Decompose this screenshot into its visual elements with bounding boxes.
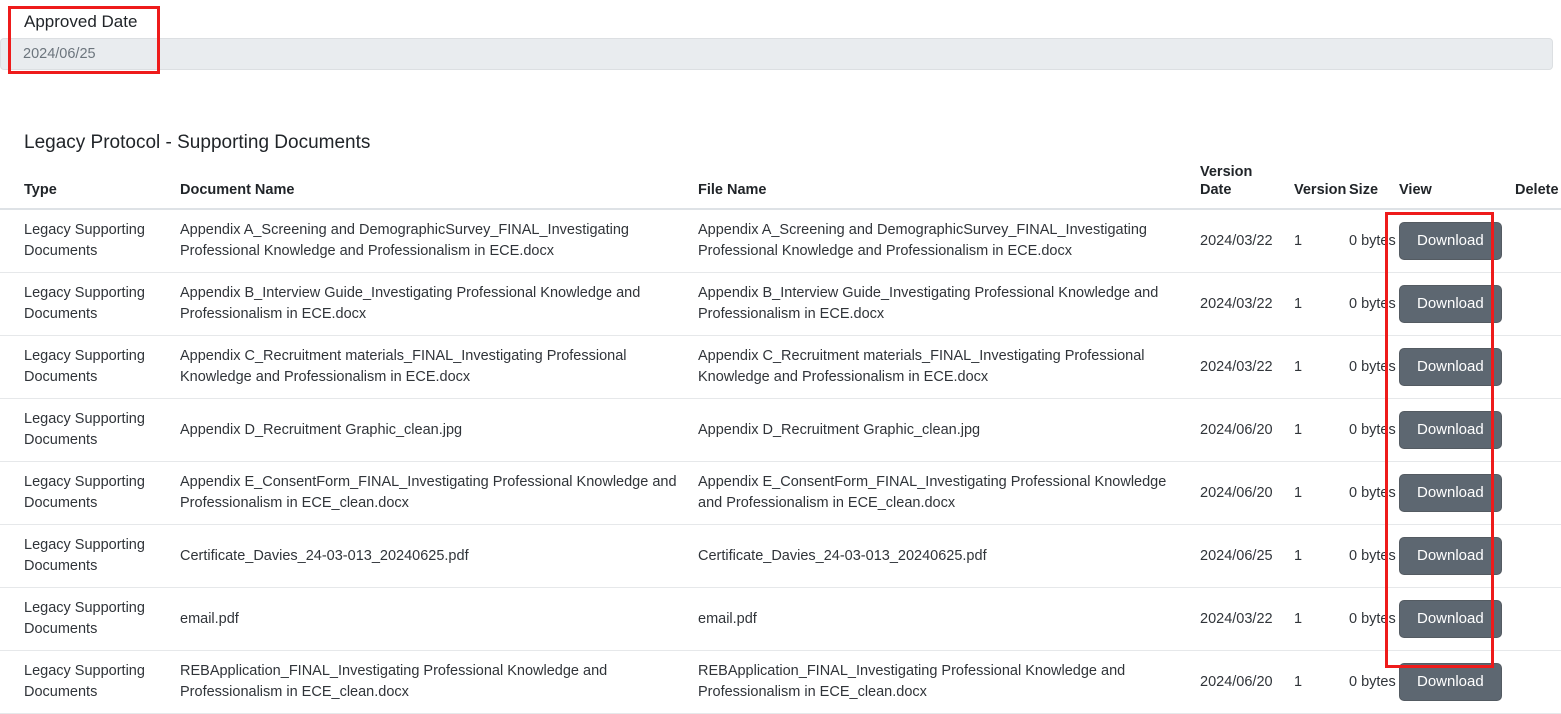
table-row: Legacy Supporting Documents email.pdf emai…: [0, 587, 1561, 651]
download-button[interactable]: Download: [1399, 474, 1502, 512]
column-header-version-date-line2: Date: [1200, 182, 1232, 198]
cell-version-date: 2024/03/22: [1200, 209, 1294, 273]
cell-version-date: 2024/06/20: [1200, 461, 1294, 525]
cell-version: 1: [1294, 650, 1349, 714]
cell-file-name: Appendix D_Recruitment Graphic_clean.jpg: [698, 398, 1200, 462]
cell-version: 1: [1294, 209, 1349, 273]
download-button[interactable]: Download: [1399, 537, 1502, 575]
cell-delete: [1515, 650, 1561, 714]
cell-type: Legacy Supporting Documents: [0, 650, 180, 714]
cell-version: 1: [1294, 524, 1349, 588]
table-row: Legacy Supporting Documents Certificate_D…: [0, 524, 1561, 588]
cell-view: Download: [1399, 209, 1515, 273]
cell-view: Download: [1399, 524, 1515, 588]
cell-size: 0 bytes: [1349, 650, 1399, 714]
cell-type: Legacy Supporting Documents: [0, 398, 180, 462]
cell-size: 0 bytes: [1349, 461, 1399, 525]
cell-type: Legacy Supporting Documents: [0, 272, 180, 336]
column-header-view[interactable]: View: [1399, 163, 1515, 210]
cell-file-name: Appendix A_Screening and DemographicSurv…: [698, 209, 1200, 273]
approved-date-label: Approved Date: [24, 12, 138, 31]
cell-document-name: Appendix B_Interview Guide_Investigating…: [180, 272, 698, 336]
cell-file-name: email.pdf: [698, 587, 1200, 651]
cell-version-date: 2024/03/22: [1200, 587, 1294, 651]
table-row: Legacy Supporting Documents Appendix C_Re…: [0, 335, 1561, 399]
cell-delete: [1515, 209, 1561, 273]
cell-version-date: 2024/03/22: [1200, 335, 1294, 399]
cell-type: Legacy Supporting Documents: [0, 587, 180, 651]
cell-version: 1: [1294, 335, 1349, 399]
cell-size: 0 bytes: [1349, 398, 1399, 462]
column-header-document-name[interactable]: Document Name: [180, 163, 698, 210]
table-body: Legacy Supporting Documents Appendix A_Sc…: [0, 209, 1561, 714]
cell-version: 1: [1294, 461, 1349, 525]
cell-document-name: Appendix A_Screening and DemographicSurv…: [180, 209, 698, 273]
cell-document-name: Certificate_Davies_24-03-013_20240625.pd…: [180, 524, 698, 588]
download-button[interactable]: Download: [1399, 348, 1502, 386]
cell-delete: [1515, 461, 1561, 525]
table-row: Legacy Supporting Documents Appendix B_In…: [0, 272, 1561, 336]
cell-document-name: Appendix C_Recruitment materials_FINAL_I…: [180, 335, 698, 399]
column-header-version-date-line1: Version: [1200, 164, 1253, 180]
cell-type: Legacy Supporting Documents: [0, 209, 180, 273]
cell-document-name: Appendix E_ConsentForm_FINAL_Investigati…: [180, 461, 698, 525]
table-row: Legacy Supporting Documents Appendix A_Sc…: [0, 209, 1561, 273]
cell-delete: [1515, 272, 1561, 336]
download-button[interactable]: Download: [1399, 222, 1502, 260]
download-button[interactable]: Download: [1399, 600, 1502, 638]
table-header-row: Type Document Name File Name Version Dat…: [0, 163, 1561, 210]
cell-file-name: Certificate_Davies_24-03-013_20240625.pd…: [698, 524, 1200, 588]
table-row: Legacy Supporting Documents Appendix E_Co…: [0, 461, 1561, 525]
column-header-version[interactable]: Version: [1294, 163, 1349, 210]
cell-size: 0 bytes: [1349, 272, 1399, 336]
cell-version: 1: [1294, 587, 1349, 651]
supporting-documents-table: Type Document Name File Name Version Dat…: [0, 163, 1561, 714]
cell-view: Download: [1399, 587, 1515, 651]
cell-size: 0 bytes: [1349, 524, 1399, 588]
cell-version: 1: [1294, 398, 1349, 462]
cell-file-name: REBApplication_FINAL_Investigating Profe…: [698, 650, 1200, 714]
cell-version-date: 2024/06/25: [1200, 524, 1294, 588]
cell-document-name: email.pdf: [180, 587, 698, 651]
approved-date-field-group: Approved Date 2024/06/25: [0, 0, 1561, 80]
table-row: Legacy Supporting Documents Appendix D_Re…: [0, 398, 1561, 462]
approved-date-input[interactable]: [0, 38, 1553, 70]
cell-document-name: REBApplication_FINAL_Investigating Profe…: [180, 650, 698, 714]
download-button[interactable]: Download: [1399, 663, 1502, 701]
cell-size: 0 bytes: [1349, 209, 1399, 273]
cell-delete: [1515, 587, 1561, 651]
cell-view: Download: [1399, 461, 1515, 525]
column-header-delete[interactable]: Delete: [1515, 163, 1561, 210]
cell-type: Legacy Supporting Documents: [0, 461, 180, 525]
cell-size: 0 bytes: [1349, 587, 1399, 651]
table-row: Legacy Supporting Documents REBApplicatio…: [0, 650, 1561, 714]
cell-delete: [1515, 524, 1561, 588]
cell-delete: [1515, 398, 1561, 462]
download-button[interactable]: Download: [1399, 285, 1502, 323]
cell-version-date: 2024/03/22: [1200, 272, 1294, 336]
cell-view: Download: [1399, 398, 1515, 462]
cell-version-date: 2024/06/20: [1200, 398, 1294, 462]
table-header: Type Document Name File Name Version Dat…: [0, 163, 1561, 210]
page-title: Legacy Protocol - Supporting Documents: [24, 132, 371, 153]
download-button[interactable]: Download: [1399, 411, 1502, 449]
cell-file-name: Appendix E_ConsentForm_FINAL_Investigati…: [698, 461, 1200, 525]
cell-file-name: Appendix B_Interview Guide_Investigating…: [698, 272, 1200, 336]
cell-view: Download: [1399, 650, 1515, 714]
column-header-version-date[interactable]: Version Date: [1200, 163, 1294, 210]
cell-type: Legacy Supporting Documents: [0, 335, 180, 399]
column-header-size[interactable]: Size: [1349, 163, 1399, 210]
cell-file-name: Appendix C_Recruitment materials_FINAL_I…: [698, 335, 1200, 399]
column-header-type[interactable]: Type: [0, 163, 180, 210]
cell-version-date: 2024/06/20: [1200, 650, 1294, 714]
cell-view: Download: [1399, 335, 1515, 399]
cell-size: 0 bytes: [1349, 335, 1399, 399]
cell-type: Legacy Supporting Documents: [0, 524, 180, 588]
cell-document-name: Appendix D_Recruitment Graphic_clean.jpg: [180, 398, 698, 462]
approved-date-value: 2024/06/25: [23, 46, 96, 62]
column-header-file-name[interactable]: File Name: [698, 163, 1200, 210]
cell-version: 1: [1294, 272, 1349, 336]
cell-delete: [1515, 335, 1561, 399]
cell-view: Download: [1399, 272, 1515, 336]
